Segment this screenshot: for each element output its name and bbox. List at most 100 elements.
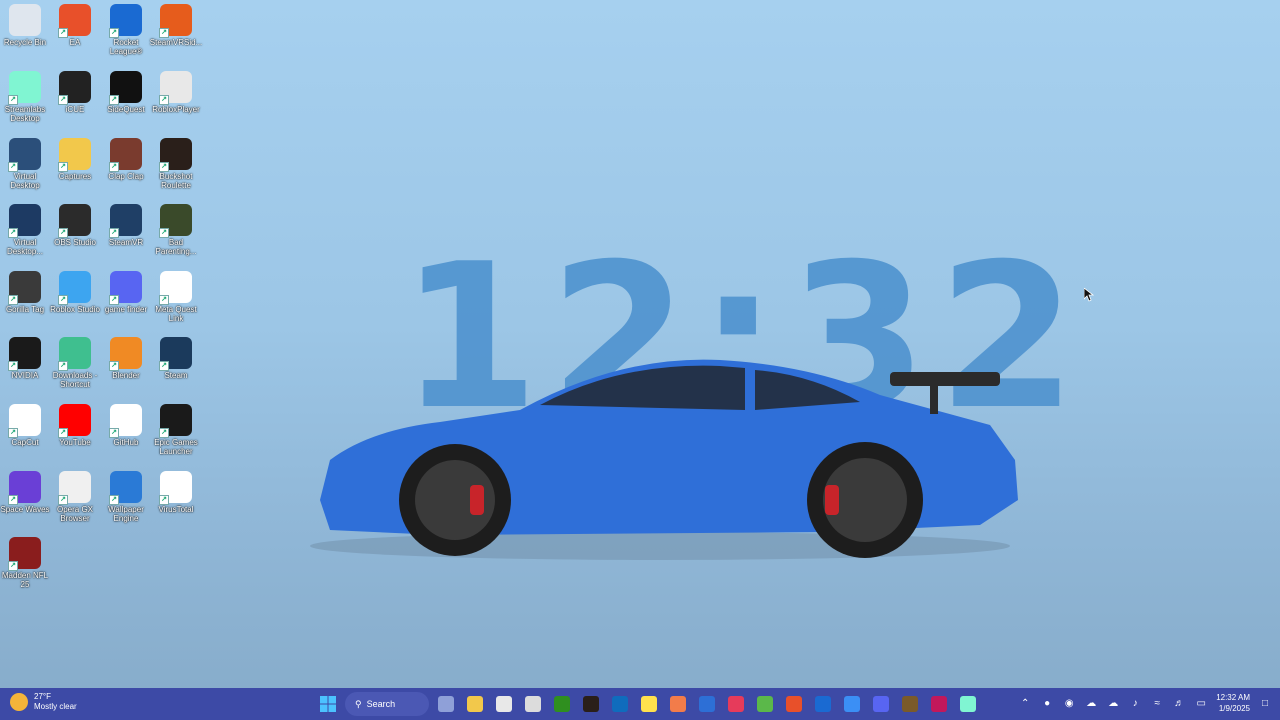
shortcut-arrow-icon: ↗ [8, 95, 18, 105]
shortcut-arrow-icon: ↗ [109, 361, 119, 371]
desktop-icon[interactable]: ↗ Streamlabs Desktop [0, 71, 50, 137]
taskbar-app-button[interactable] [579, 692, 603, 716]
desktop-icon-label: iCUE [65, 105, 85, 114]
taskbar-clock[interactable]: 12:32 AM 1/9/2025 [1216, 692, 1250, 714]
taskbar-app-button[interactable] [463, 692, 487, 716]
taskbar-app-button[interactable] [898, 692, 922, 716]
taskbar-app-button[interactable] [521, 692, 545, 716]
onedrive-icon[interactable]: ☁ [1106, 698, 1120, 709]
desktop-icon-label: Clap Clap [108, 172, 144, 181]
desktop-icon[interactable]: ↗ Madden NFL 25 [0, 537, 50, 603]
taskbar-app-button[interactable] [492, 692, 516, 716]
desktop-icon[interactable]: ↗ iCUE [50, 71, 100, 137]
obs-icon: ↗ [58, 204, 91, 238]
desktop-icon[interactable]: ↗ Steam [151, 337, 201, 403]
taskbar-app-button[interactable] [550, 692, 574, 716]
taskbar-search[interactable]: ⚲ Search [345, 692, 429, 716]
desktop-icon[interactable]: ↗ Rocket League® [101, 4, 151, 70]
desktop-icon[interactable]: ↗ Downloads - Shortcut [50, 337, 100, 403]
shortcut-arrow-icon: ↗ [109, 295, 119, 305]
desktop-icon-label: Meta Quest Link [155, 305, 197, 323]
shortcut-arrow-icon: ↗ [109, 95, 119, 105]
shortcut-arrow-icon: ↗ [159, 495, 169, 505]
desktop-icon-label: Opera GX Browser [56, 505, 93, 523]
desktop-icon-label: SideQuest [107, 105, 145, 114]
desktop-icon[interactable]: ↗ Clap Clap [101, 138, 151, 204]
desktop-icon-label: Rocket League® [109, 38, 143, 56]
xbox-icon [757, 696, 773, 712]
shortcut-arrow-icon: ↗ [109, 228, 119, 238]
desktop-icon[interactable]: ↗ Roblox Studio [50, 271, 100, 337]
desktop-icon[interactable]: ↗ Virtual Desktop [0, 138, 50, 204]
streamlabs-icon: ↗ [8, 71, 41, 105]
desktop-icon-label: NVIDIA [11, 371, 39, 380]
desktop-icon-label: Steam [164, 371, 188, 380]
desktop-icon[interactable]: ↗ Meta Quest Link [151, 271, 201, 337]
shortcut-arrow-icon: ↗ [58, 162, 68, 172]
desktop-icon[interactable]: ↗ RobloxPlayer [151, 71, 201, 137]
taskbar-apps [434, 692, 980, 716]
discord-tray-icon[interactable]: ◉ [1062, 698, 1076, 709]
taskbar-app-button[interactable] [608, 692, 632, 716]
desktop-icon[interactable]: ↗ SteamVRSid... [150, 4, 202, 70]
desktop-icon[interactable]: ↗ SteamVR [101, 204, 151, 270]
taskbar-app-button[interactable] [637, 692, 661, 716]
volume-icon[interactable]: ♬ [1172, 698, 1186, 709]
shortcut-arrow-icon: ↗ [8, 162, 18, 172]
taskbar-app-button[interactable] [666, 692, 690, 716]
desktop-icon[interactable]: ↗ Wallpaper Engine [101, 471, 151, 537]
cloud-icon[interactable]: ☁ [1084, 698, 1098, 709]
notification-icon[interactable]: □ [1258, 698, 1272, 709]
taskbar-app-button[interactable] [695, 692, 719, 716]
taskbar-app-button[interactable] [753, 692, 777, 716]
microphone-icon[interactable]: ♪ [1128, 698, 1142, 709]
desktop-icon[interactable]: ↗ Buckshot Roulette [151, 138, 201, 204]
desktop-icon[interactable]: ↗ Opera GX Browser [50, 471, 100, 537]
wifi-icon[interactable]: ≈ [1150, 698, 1164, 709]
desktop-icon[interactable]: ↗ VirusTotal [151, 471, 201, 537]
desktop-icon[interactable]: ↗ Blender [101, 337, 151, 403]
weather-widget[interactable]: 27°F Mostly clear [10, 692, 77, 712]
desktop-icon[interactable]: ↗ Virtual Desktop... [0, 204, 50, 270]
desktop-icon[interactable]: ↗ Space Waves [0, 471, 50, 537]
desktop-icon[interactable]: Recycle Bin [0, 4, 50, 70]
desktop-icon[interactable]: ↗ Bad Parenting... [151, 204, 201, 270]
desktop-icon[interactable]: ↗ SideQuest [101, 71, 151, 137]
desktop-icon[interactable]: ↗ game finder [101, 271, 151, 337]
desktop-icon[interactable]: ↗ OBS Studio [50, 204, 100, 270]
desktop-icon[interactable]: ↗ CapCut [0, 404, 50, 470]
desktop-icon-label: Roblox Studio [50, 305, 100, 314]
task-view-icon [438, 696, 454, 712]
battery-icon[interactable]: ▭ [1194, 698, 1208, 709]
rocket-league-icon [815, 696, 831, 712]
desktop-icon-label: RobloxPlayer [152, 105, 200, 114]
desktop-icon[interactable]: ↗ Captures [50, 138, 100, 204]
taskbar-app-button[interactable] [927, 692, 951, 716]
taskbar-app-button[interactable] [840, 692, 864, 716]
start-button[interactable] [316, 692, 340, 716]
space-waves-icon: ↗ [8, 471, 41, 505]
ea-icon [786, 696, 802, 712]
desktop-icon[interactable]: ↗ YouTube [50, 404, 100, 470]
desktop-icon[interactable]: ↗ Gorilla Tag [0, 271, 50, 337]
desktop-icon[interactable]: ↗ EA [50, 4, 100, 70]
taskbar-app-button[interactable] [869, 692, 893, 716]
shortcut-arrow-icon: ↗ [109, 495, 119, 505]
discord-icon: ↗ [109, 271, 142, 305]
meta-icon: ↗ [159, 271, 192, 305]
windows-icon [320, 696, 336, 712]
taskbar-app-button[interactable] [724, 692, 748, 716]
taskbar-app-button[interactable] [434, 692, 458, 716]
desktop-icon[interactable]: ↗ NVIDIA [0, 337, 50, 403]
desktop-icon[interactable]: ↗ Epic Games Launcher [151, 404, 201, 470]
clock-date: 1/9/2025 [1218, 704, 1250, 713]
chevron-up-icon[interactable]: ⌃ [1018, 698, 1032, 709]
taskbar-app-button[interactable] [956, 692, 980, 716]
steam-tray-icon[interactable]: ● [1040, 698, 1054, 709]
shortcut-arrow-icon: ↗ [159, 162, 169, 172]
taskbar-app-button[interactable] [811, 692, 835, 716]
desktop-icon[interactable]: ↗ GitHub [101, 404, 151, 470]
taskbar-app-button[interactable] [782, 692, 806, 716]
desktop-icon-label: Epic Games Launcher [154, 438, 198, 456]
rocket-league-icon: ↗ [109, 4, 142, 38]
